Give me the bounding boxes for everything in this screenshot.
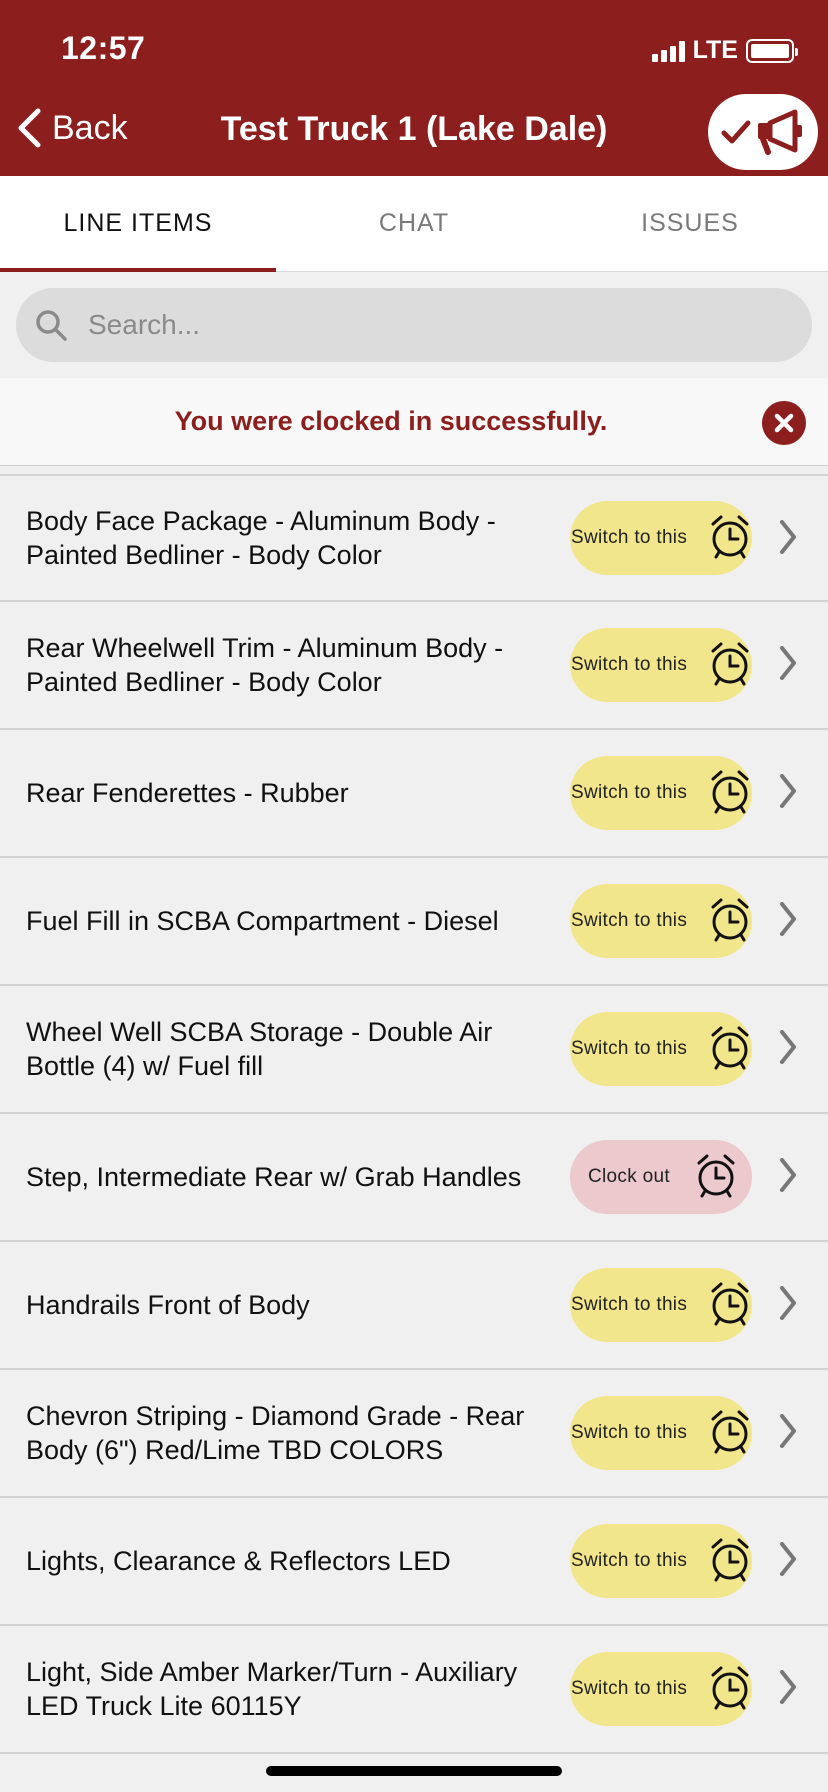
signal-icon — [651, 40, 685, 62]
search-icon — [36, 310, 67, 341]
megaphone-icon — [758, 109, 802, 155]
alarm-clock-icon — [711, 770, 749, 814]
chevron-right-icon — [780, 1286, 796, 1320]
switch-to-this-button[interactable]: Switch to this — [570, 1652, 752, 1726]
back-label: Back — [52, 108, 128, 147]
alarm-clock-icon — [697, 1154, 735, 1198]
chevron-right-icon — [780, 1670, 796, 1704]
pill-label: Switch to this — [571, 654, 688, 675]
checkmark-icon — [721, 120, 751, 144]
chevron-right-icon — [780, 1030, 796, 1064]
tab-bar: LINE ITEMS CHAT ISSUES — [0, 176, 828, 272]
status-indicators: LTE — [651, 36, 798, 65]
alarm-clock-icon — [711, 1538, 749, 1582]
tab-line-items[interactable]: LINE ITEMS — [0, 176, 276, 272]
status-time: 12:57 — [61, 30, 146, 66]
app-header: 12:57 LTE Back Test Truck 1 (Lake Dale) — [0, 0, 828, 176]
list-item[interactable]: Body Face Package - Aluminum Body - Pain… — [0, 474, 828, 602]
list-item[interactable]: Light, Side Amber Marker/Turn - Auxiliar… — [0, 1626, 828, 1754]
switch-to-this-button[interactable]: Switch to this — [570, 1012, 752, 1086]
clock-out-button[interactable]: Clock out — [570, 1140, 752, 1214]
alarm-clock-icon — [711, 1282, 749, 1326]
list-item[interactable]: Step, Intermediate Rear w/ Grab Handles … — [0, 1114, 828, 1242]
tab-chat[interactable]: CHAT — [276, 176, 552, 271]
item-title: Chevron Striping - Diamond Grade - Rear … — [26, 1401, 525, 1465]
list-item[interactable]: Rear Wheelwell Trim - Aluminum Body - Pa… — [0, 602, 828, 730]
pill-label: Switch to this — [571, 782, 688, 803]
banner-close-button[interactable] — [762, 401, 806, 445]
item-title: Rear Fenderettes - Rubber — [26, 778, 349, 808]
list-item[interactable]: Lights, Clearance & Reflectors LED Switc… — [0, 1498, 828, 1626]
search-container — [0, 272, 828, 378]
switch-to-this-button[interactable]: Switch to this — [570, 1396, 752, 1470]
switch-to-this-button[interactable]: Switch to this — [570, 884, 752, 958]
chevron-right-icon — [780, 646, 796, 680]
chevron-right-icon — [780, 1542, 796, 1576]
pill-label: Switch to this — [571, 1550, 688, 1571]
pill-label: Switch to this — [571, 1294, 688, 1315]
chevron-right-icon — [780, 1158, 796, 1192]
switch-to-this-button[interactable]: Switch to this — [570, 501, 752, 575]
back-button[interactable]: Back — [16, 108, 128, 148]
list-item[interactable]: Rear Fenderettes - Rubber Switch to this — [0, 730, 828, 858]
switch-to-this-button[interactable]: Switch to this — [570, 1524, 752, 1598]
alarm-clock-icon — [711, 1666, 749, 1710]
check-announce-button[interactable] — [708, 94, 818, 170]
item-title: Lights, Clearance & Reflectors LED — [26, 1546, 451, 1576]
item-title: Fuel Fill in SCBA Compartment - Diesel — [26, 906, 499, 936]
pill-label: Switch to this — [571, 910, 688, 931]
item-title: Body Face Package - Aluminum Body - Pain… — [26, 506, 496, 570]
alarm-clock-icon — [711, 642, 749, 686]
chevron-right-icon — [780, 774, 796, 808]
switch-to-this-button[interactable]: Switch to this — [570, 1268, 752, 1342]
item-title: Wheel Well SCBA Storage - Double Air Bot… — [26, 1017, 493, 1081]
item-title: Handrails Front of Body — [26, 1290, 310, 1320]
switch-to-this-button[interactable]: Switch to this — [570, 756, 752, 830]
list-item[interactable]: Chevron Striping - Diamond Grade - Rear … — [0, 1370, 828, 1498]
notification-banner: You were clocked in successfully. — [0, 378, 828, 466]
pill-label: Switch to this — [571, 1678, 688, 1699]
network-type: LTE — [692, 36, 738, 64]
item-title: Light, Side Amber Marker/Turn - Auxiliar… — [26, 1657, 518, 1721]
alarm-clock-icon — [711, 515, 749, 559]
alarm-clock-icon — [711, 1410, 749, 1454]
list-item[interactable]: Handrails Front of Body Switch to this — [0, 1242, 828, 1370]
pill-label: Clock out — [588, 1166, 670, 1187]
chevron-right-icon — [780, 902, 796, 936]
search-input[interactable] — [88, 309, 768, 341]
pill-label: Switch to this — [571, 1038, 688, 1059]
alarm-clock-icon — [711, 1026, 749, 1070]
chevron-right-icon — [780, 520, 796, 554]
line-items-list: Body Face Package - Aluminum Body - Pain… — [0, 474, 828, 1754]
search-bar[interactable] — [16, 288, 812, 362]
list-item[interactable]: Fuel Fill in SCBA Compartment - Diesel S… — [0, 858, 828, 986]
home-indicator — [266, 1766, 562, 1776]
switch-to-this-button[interactable]: Switch to this — [570, 628, 752, 702]
list-item[interactable]: Wheel Well SCBA Storage - Double Air Bot… — [0, 986, 828, 1114]
chevron-left-icon — [18, 108, 41, 148]
chevron-right-icon — [780, 1414, 796, 1448]
banner-message: You were clocked in successfully. — [174, 406, 608, 436]
item-title: Rear Wheelwell Trim - Aluminum Body - Pa… — [26, 633, 504, 697]
close-icon — [774, 413, 794, 433]
item-title: Step, Intermediate Rear w/ Grab Handles — [26, 1162, 522, 1192]
tab-issues[interactable]: ISSUES — [552, 176, 828, 271]
pill-label: Switch to this — [571, 1422, 688, 1443]
alarm-clock-icon — [711, 898, 749, 942]
battery-icon — [746, 38, 798, 63]
pill-label: Switch to this — [571, 527, 688, 548]
